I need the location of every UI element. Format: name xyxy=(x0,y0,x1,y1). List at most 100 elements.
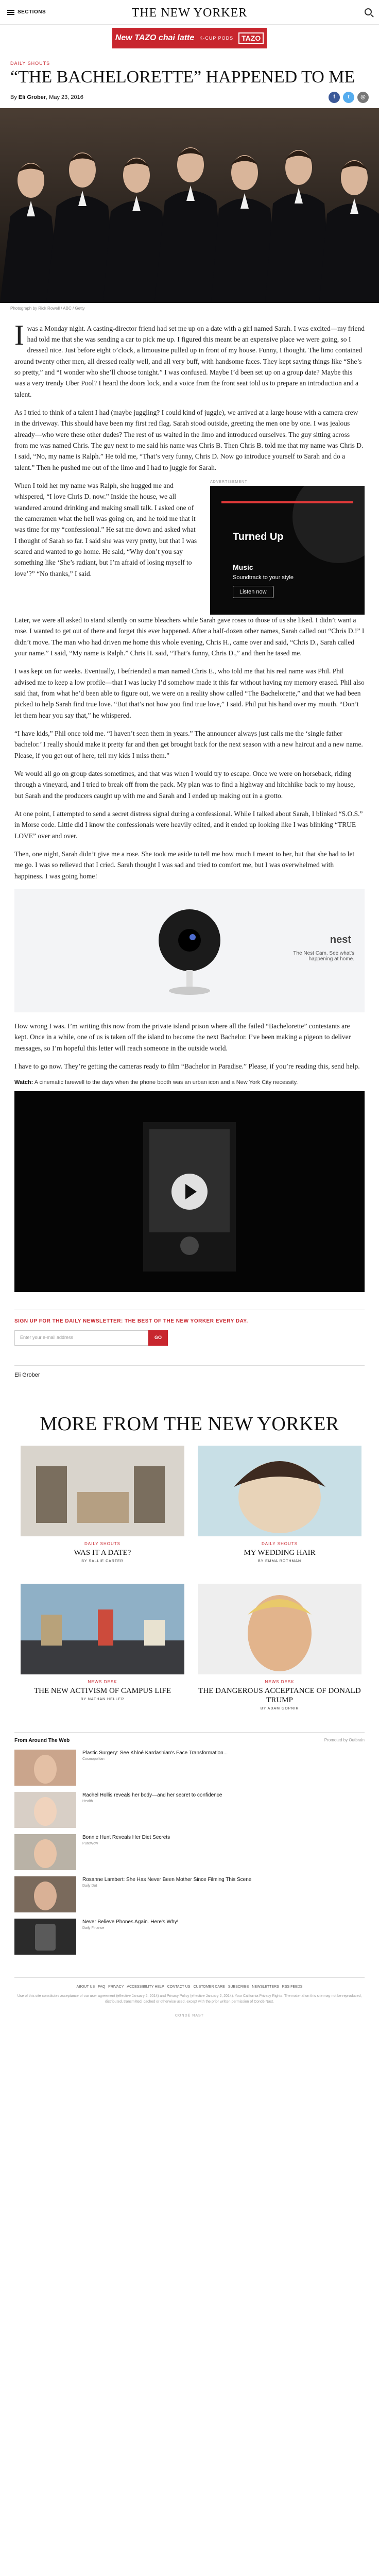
footer-brand: CONDÉ NAST xyxy=(175,2014,204,2018)
video-lead: Watch: xyxy=(14,1079,33,1086)
nest-cam-ad[interactable]: nest The Nest Cam. See what's happening … xyxy=(14,888,365,1012)
paragraph-8: At one point, I attempted to send a secr… xyxy=(14,809,363,840)
music-ad[interactable]: Turned Up Music Soundtrack to your style… xyxy=(210,485,365,615)
card-title[interactable]: THE DANGEROUS ACCEPTANCE OF DONALD TRUMP xyxy=(198,1686,361,1705)
twitter-share-icon[interactable]: t xyxy=(343,91,354,103)
footer-link[interactable]: SUBSCRIBE xyxy=(228,1985,249,1989)
card-image xyxy=(21,1584,184,1675)
footer-link[interactable]: ABOUT US xyxy=(77,1985,95,1989)
top-ad-wrapper: New TAZO chai latte K-CUP PODS TAZO xyxy=(0,25,379,52)
footer-link[interactable]: ACCESSIBILITY HELP xyxy=(127,1985,164,1989)
card-image xyxy=(21,1446,184,1537)
more-from-heading: MORE FROM THE NEW YORKER xyxy=(40,1413,339,1435)
music-ad-subline: Soundtrack to your style xyxy=(233,574,294,581)
email-share-icon[interactable]: @ xyxy=(357,91,369,103)
footer-link[interactable]: CONTACT US xyxy=(167,1985,191,1989)
newsletter-submit-button[interactable]: GO xyxy=(148,1330,168,1346)
card-byline: BY NATHAN HELLER xyxy=(80,1698,125,1702)
author-footer-link[interactable]: Eli Grober xyxy=(14,1365,365,1378)
card-title[interactable]: MY WEDDING HAIR xyxy=(198,1548,361,1557)
newsletter-title: SIGN UP FOR THE DAILY NEWSLETTER: THE BE… xyxy=(14,1318,248,1324)
hero-image xyxy=(0,108,379,303)
article-rubric[interactable]: DAILY SHOUTS xyxy=(0,52,379,66)
newsletter-form: Enter your e-mail address GO xyxy=(14,1330,365,1346)
card-2-illustration xyxy=(198,1446,361,1537)
top-banner-ad[interactable]: New TAZO chai latte K-CUP PODS TAZO xyxy=(112,28,267,48)
sections-menu-button[interactable]: SECTIONS xyxy=(7,9,46,15)
ad-brand-logo: TAZO xyxy=(238,32,264,44)
sponsored-item[interactable]: Rachel Hollis reveals her body—and her s… xyxy=(14,1792,365,1828)
paragraph-10: How wrong I was. I’m writing this now fr… xyxy=(14,1022,351,1052)
author-link[interactable]: Eli Grober xyxy=(19,94,46,100)
sponsored-source: Daily Dot xyxy=(82,1884,97,1888)
sponsored-header: From Around The Web Promoted by Outbrain xyxy=(14,1738,365,1743)
video-player[interactable] xyxy=(14,1091,365,1292)
sponsored-title: Bonnie Hunt Reveals Her Diet Secrets xyxy=(82,1835,170,1841)
article-body: I was a Monday night. A casting-director… xyxy=(0,314,379,1292)
bachelorette-cast-photo xyxy=(0,108,379,303)
footer-link[interactable]: RSS FEEDS xyxy=(282,1985,303,1989)
footer-link[interactable]: CUSTOMER CARE xyxy=(193,1985,225,1989)
video-caption: Watch: A cinematic farewell to the days … xyxy=(14,1079,365,1087)
top-nav-bar: SECTIONS THE NEW YORKER xyxy=(0,0,379,25)
newsletter-signup: SIGN UP FOR THE DAILY NEWSLETTER: THE BE… xyxy=(14,1309,365,1346)
sponsored-item[interactable]: Never Believe Phones Again. Here's Why! D… xyxy=(14,1919,365,1955)
nest-brand-logo: nest xyxy=(330,934,351,945)
ad-label: ADVERTISEMENT xyxy=(210,480,248,484)
card-1-illustration xyxy=(21,1446,184,1537)
sponsored-thumbnail xyxy=(14,1792,76,1828)
card-rubric: DAILY SHOUTS xyxy=(262,1541,298,1547)
related-card[interactable]: DAILY SHOUTS WAS IT A DATE? BY SALLIE CA… xyxy=(21,1446,184,1563)
article-headline: “THE BACHELORETTE” HAPPENED TO ME xyxy=(10,67,355,87)
sponsored-thumbnail xyxy=(14,1876,76,1913)
sidebar-ad: ADVERTISEMENT Turned Up Music Soundtrack… xyxy=(210,480,365,615)
related-card[interactable]: DAILY SHOUTS MY WEDDING HAIR BY EMMA ROT… xyxy=(198,1446,361,1563)
paragraph-6: “I have kids,” Phil once told me. “I hav… xyxy=(14,729,363,759)
footer-link[interactable]: NEWSLETTERS xyxy=(252,1985,279,1989)
masthead-logo[interactable]: THE NEW YORKER xyxy=(132,6,248,20)
facebook-share-icon[interactable]: f xyxy=(329,91,340,103)
play-button-icon[interactable] xyxy=(171,1173,208,1210)
sponsored-title: Plastic Surgery: See Khloé Kardashian's … xyxy=(82,1750,228,1756)
related-cards: DAILY SHOUTS WAS IT A DATE? BY SALLIE CA… xyxy=(0,1434,379,1710)
sponsored-item[interactable]: Rosanne Lambert: She Has Never Been Moth… xyxy=(14,1876,365,1913)
related-card[interactable]: NEWS DESK THE DANGEROUS ACCEPTANCE OF DO… xyxy=(198,1584,361,1710)
search-icon[interactable] xyxy=(365,8,372,15)
sponsored-item[interactable]: Plastic Surgery: See Khloé Kardashian's … xyxy=(14,1750,365,1786)
hamburger-menu-icon xyxy=(7,9,14,15)
paragraph-with-ad: When I told her my name was Ralph, she h… xyxy=(14,480,365,615)
sponsored-source: Daily Finance xyxy=(82,1926,105,1930)
byline-prefix: By xyxy=(10,94,17,100)
sponsored-heading: From Around The Web xyxy=(14,1738,70,1744)
card-rubric: NEWS DESK xyxy=(88,1680,117,1685)
card-image xyxy=(198,1446,361,1537)
sponsor-label[interactable]: Promoted by Outbrain xyxy=(324,1738,365,1743)
card-image xyxy=(198,1584,361,1675)
footer-link[interactable]: FAQ xyxy=(98,1985,105,1989)
site-footer: ABOUT US FAQ PRIVACY ACCESSIBILITY HELP … xyxy=(14,1977,365,2028)
card-title[interactable]: WAS IT A DATE? xyxy=(21,1548,184,1557)
byline: By Eli Grober, May 23, 2016 xyxy=(10,94,83,100)
email-field[interactable]: Enter your e-mail address xyxy=(14,1330,148,1346)
music-ad-cta-button[interactable]: Listen now xyxy=(233,585,273,598)
byline-row: By Eli Grober, May 23, 2016 f t @ xyxy=(0,87,379,108)
sponsored-source: PureWow xyxy=(82,1842,98,1846)
paragraph-11: I have to go now. They’re getting the ca… xyxy=(14,1062,360,1070)
drop-cap: I xyxy=(14,319,24,351)
footer-link[interactable]: PRIVACY xyxy=(108,1985,124,1989)
sponsored-title: Never Believe Phones Again. Here's Why! xyxy=(82,1919,179,1925)
paragraph-4: Later, we were all asked to stand silent… xyxy=(14,616,365,657)
sponsored-title: Rachel Hollis reveals her body—and her s… xyxy=(82,1792,222,1799)
sponsored-item[interactable]: Bonnie Hunt Reveals Her Diet Secrets Pure… xyxy=(14,1834,365,1871)
sections-label: SECTIONS xyxy=(18,9,46,15)
more-from-section: MORE FROM THE NEW YORKER xyxy=(0,1414,379,1435)
paragraph-5: I was kept on for weeks. Eventually, I b… xyxy=(14,667,365,719)
related-card[interactable]: NEWS DESK THE NEW ACTIVISM OF CAMPUS LIF… xyxy=(21,1584,184,1710)
card-title[interactable]: THE NEW ACTIVISM OF CAMPUS LIFE xyxy=(21,1686,184,1696)
video-caption-text: A cinematic farewell to the days when th… xyxy=(34,1079,298,1086)
publish-date: May 23, 2016 xyxy=(49,94,83,100)
paragraph-7: We would all go on group dates sometimes… xyxy=(14,769,355,800)
card-byline: BY SALLIE CARTER xyxy=(81,1560,124,1564)
nest-ad-copy: The Nest Cam. See what's happening at ho… xyxy=(293,950,354,962)
card-rubric: DAILY SHOUTS xyxy=(84,1541,120,1547)
